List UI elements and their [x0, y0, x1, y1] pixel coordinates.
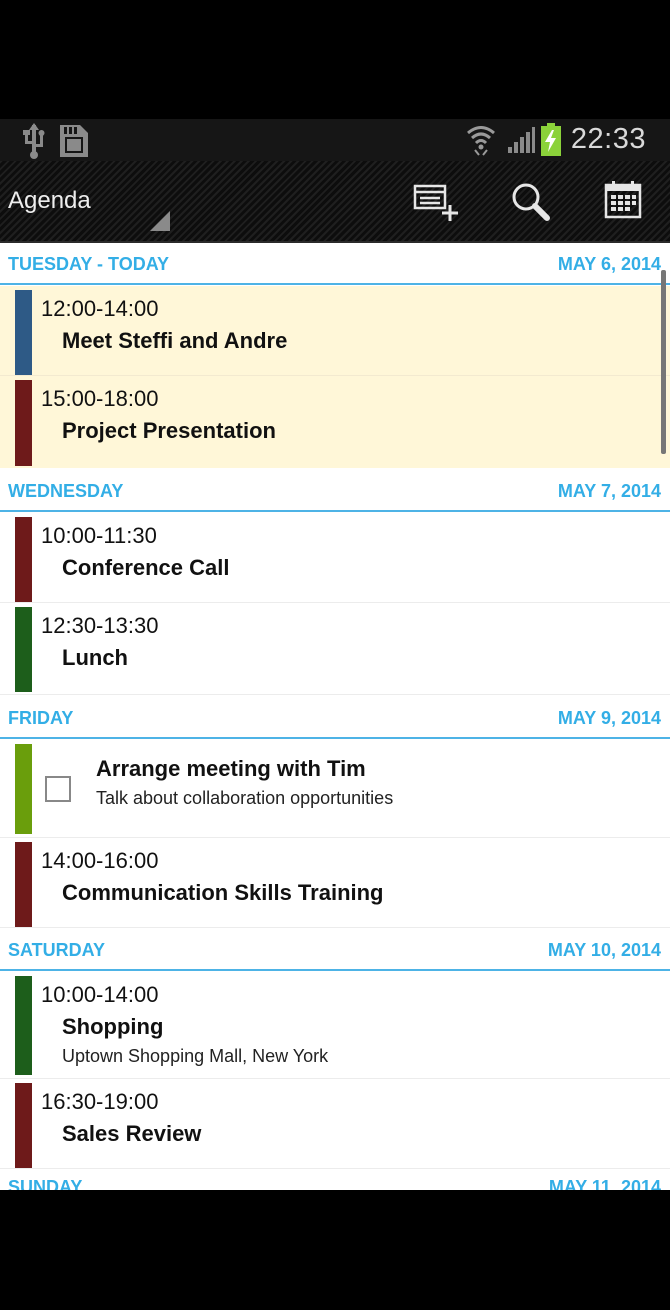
- event-time: 12:00-14:00: [41, 296, 159, 321]
- status-bar: 22:33: [0, 119, 670, 161]
- day-date: MAY 7, 2014: [557, 481, 661, 501]
- task-description: Talk about collaboration opportunities: [96, 788, 394, 808]
- event-time: 12:30-13:30: [41, 613, 159, 638]
- day-header: SUNDAY MAY 11, 2014: [0, 1177, 670, 1190]
- wifi-icon: [466, 123, 496, 162]
- event-title: Project Presentation: [62, 418, 276, 443]
- event-title: Meet Steffi and Andre: [62, 328, 288, 353]
- search-icon: [512, 183, 550, 221]
- event-item[interactable]: 15:00-18:00 Project Presentation: [0, 376, 670, 468]
- event-time: 10:00-11:30: [41, 523, 157, 548]
- calendar-color-bar: [15, 517, 32, 602]
- view-title: Agenda: [8, 187, 91, 214]
- bottom-bezel: [0, 1190, 670, 1310]
- event-item[interactable]: 12:00-14:00 Meet Steffi and Andre: [0, 286, 670, 376]
- day-name: SATURDAY: [8, 940, 106, 960]
- battery-charging-icon: [540, 123, 562, 162]
- calendar-color-bar: [15, 380, 32, 466]
- calendar-color-bar: [15, 1083, 32, 1168]
- event-title: Communication Skills Training: [62, 880, 384, 905]
- day-date: MAY 9, 2014: [557, 708, 661, 728]
- event-item[interactable]: 10:00-11:30 Conference Call: [0, 513, 670, 603]
- event-item[interactable]: 16:30-19:00 Sales Review: [0, 1079, 670, 1169]
- calendar-color-bar: [15, 976, 32, 1075]
- event-location: Uptown Shopping Mall, New York: [62, 1046, 329, 1066]
- event-time: 14:00-16:00: [41, 848, 159, 873]
- usb-icon: [22, 123, 46, 164]
- new-event-button[interactable]: [410, 179, 460, 227]
- sd-card-icon: [58, 123, 90, 164]
- signal-icon: [506, 125, 536, 160]
- task-item[interactable]: Arrange meeting with Tim Talk about coll…: [0, 740, 670, 838]
- day-header: FRIDAY MAY 9, 2014: [0, 697, 670, 739]
- event-title: Lunch: [62, 645, 128, 670]
- agenda-list[interactable]: TUESDAY - TODAY MAY 6, 2014 12:00-14:00 …: [0, 243, 670, 1190]
- day-date: MAY 6, 2014: [557, 254, 661, 274]
- day-name: WEDNESDAY: [8, 481, 124, 501]
- today-button[interactable]: [600, 179, 650, 227]
- day-header: WEDNESDAY MAY 7, 2014: [0, 470, 670, 512]
- event-title: Shopping: [62, 1014, 164, 1039]
- event-time: 10:00-14:00: [41, 982, 159, 1007]
- calendar-today-icon: [604, 181, 642, 219]
- task-title: Arrange meeting with Tim: [96, 756, 366, 781]
- action-bar: Agenda: [0, 161, 670, 243]
- event-time: 15:00-18:00: [41, 386, 159, 411]
- clock: 22:33: [570, 123, 646, 155]
- day-date: MAY 11, 2014: [548, 1177, 661, 1190]
- calendar-color-bar: [15, 842, 32, 927]
- calendar-color-bar: [15, 290, 32, 375]
- event-time: 16:30-19:00: [41, 1089, 159, 1114]
- event-title: Sales Review: [62, 1121, 202, 1146]
- calendar-color-bar: [15, 744, 32, 834]
- event-title: Conference Call: [62, 555, 230, 580]
- day-name: TUESDAY - TODAY: [8, 254, 170, 274]
- day-header: SATURDAY MAY 10, 2014: [0, 929, 670, 971]
- calendar-color-bar: [15, 607, 32, 692]
- view-spinner[interactable]: Agenda: [0, 161, 178, 241]
- day-header: TUESDAY - TODAY MAY 6, 2014: [0, 243, 670, 285]
- day-name: SUNDAY: [8, 1177, 83, 1190]
- scrollbar[interactable]: [661, 270, 666, 454]
- new-event-icon: [413, 184, 458, 221]
- day-name: FRIDAY: [8, 708, 74, 728]
- event-item[interactable]: 10:00-14:00 Shopping Uptown Shopping Mal…: [0, 972, 670, 1079]
- search-button[interactable]: [506, 179, 556, 227]
- event-item[interactable]: 12:30-13:30 Lunch: [0, 603, 670, 695]
- task-checkbox[interactable]: [45, 776, 71, 802]
- event-item[interactable]: 14:00-16:00 Communication Skills Trainin…: [0, 838, 670, 928]
- spinner-triangle-icon: [150, 211, 170, 231]
- day-date: MAY 10, 2014: [547, 940, 661, 960]
- top-bezel: [0, 0, 670, 119]
